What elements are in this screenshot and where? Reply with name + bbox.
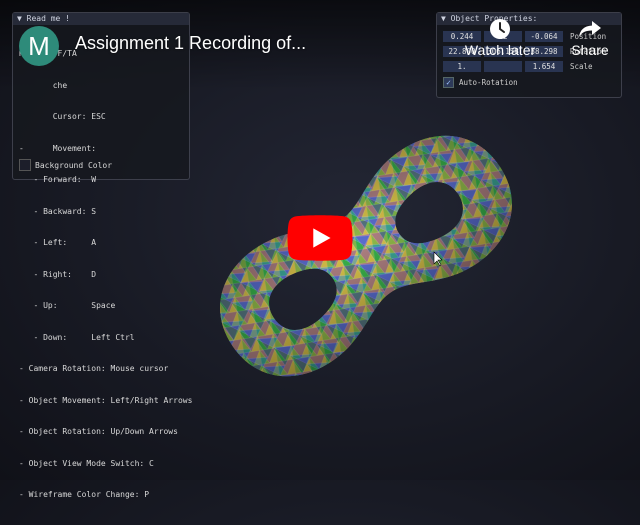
watch-later-button[interactable]: Watch later <box>456 16 544 58</box>
readme-line: - Object View Mode Switch: C <box>19 458 154 468</box>
readme-line: Cursor: ESC <box>19 112 106 121</box>
scale-row: 1. 1.654 Scale <box>443 61 593 72</box>
readme-panel-title[interactable]: ▼ Read me ! <box>13 13 189 25</box>
scale-label: Scale <box>570 62 593 71</box>
readme-line: - Movement: <box>19 143 97 153</box>
readme-line: - Object Movement: Left/Right Arrows <box>19 395 193 405</box>
watch-later-label: Watch later <box>464 42 536 58</box>
readme-line: - Wireframe Color Change: P <box>19 490 150 499</box>
readme-line: che <box>19 80 68 90</box>
readme-line: - Up: Space <box>19 301 116 310</box>
readme-line: - Camera Rotation: Mouse cursor <box>19 364 169 373</box>
readme-line: - Object Rotation: Up/Down Arrows <box>19 427 178 436</box>
auto-rotation-row[interactable]: ✓ Auto-Rotation <box>443 77 518 88</box>
scale-z-field[interactable]: 1.654 <box>525 61 563 72</box>
background-color-label: Background Color <box>35 160 113 170</box>
background-color-control[interactable]: Background Color <box>19 159 112 171</box>
auto-rotation-checkbox[interactable]: ✓ <box>443 77 454 88</box>
readme-line: - Down: Left Ctrl <box>19 332 135 342</box>
clock-icon <box>456 16 544 42</box>
readme-line: - Forward: W <box>19 175 97 184</box>
scale-x-field[interactable]: 1. <box>443 61 481 72</box>
play-button-icon[interactable] <box>287 215 353 261</box>
share-label: Share <box>571 42 609 58</box>
readme-line: - Left: A <box>19 238 97 247</box>
background-color-swatch[interactable] <box>19 159 31 171</box>
share-button[interactable]: Share <box>560 16 620 58</box>
readme-instructions: H l F/TA che Cursor: ESC - Movement: - F… <box>13 25 193 525</box>
share-arrow-icon <box>560 16 620 42</box>
video-title[interactable]: Assignment 1 Recording of... <box>75 33 306 54</box>
channel-avatar[interactable]: M <box>19 26 59 66</box>
scale-y-field[interactable] <box>484 61 522 72</box>
readme-line: - Right: D <box>19 269 97 279</box>
auto-rotation-label: Auto-Rotation <box>459 78 518 87</box>
readme-line: - Backward: S <box>19 206 97 216</box>
